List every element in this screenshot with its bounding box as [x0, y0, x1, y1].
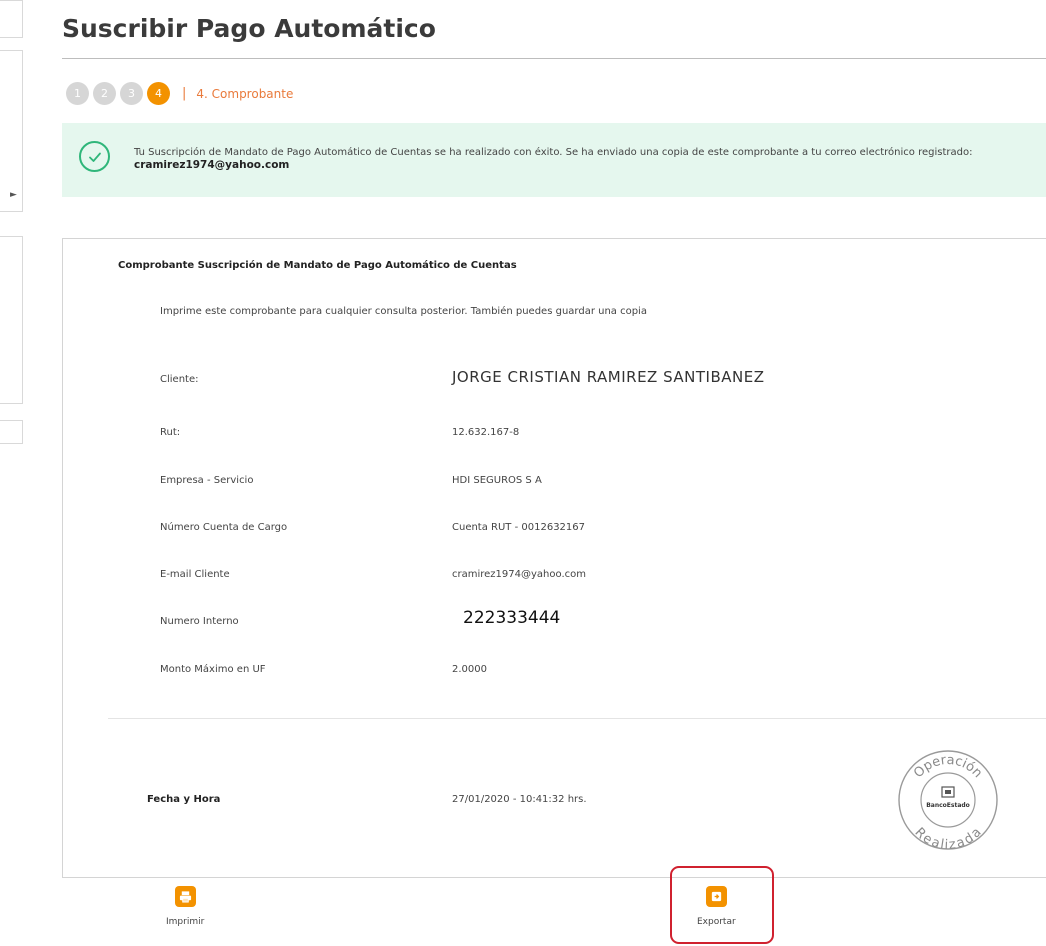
step-2: 2 — [93, 82, 116, 105]
company-label: Empresa - Servicio — [160, 475, 254, 486]
operation-seal-stamp: Operación Realizada — [898, 750, 998, 852]
company-value: HDI SEGUROS S A — [452, 475, 542, 486]
rut-value: 12.632.167-8 — [452, 427, 520, 438]
sidebar-fragment — [0, 0, 23, 38]
print-button[interactable]: Imprimir — [166, 886, 204, 927]
step-4-active: 4 — [147, 82, 170, 105]
step-current-label: 4. Comprobante — [196, 86, 294, 101]
success-alert: Tu Suscripción de Mandato de Pago Automá… — [62, 123, 1046, 197]
check-circle-icon — [79, 141, 110, 172]
print-label: Imprimir — [166, 917, 205, 927]
page-title: Suscribir Pago Automático — [62, 14, 436, 43]
step-separator: | — [182, 86, 187, 101]
internal-number-value: 222333444 — [463, 608, 561, 628]
account-label: Número Cuenta de Cargo — [160, 522, 288, 533]
internal-number-label: Numero Interno — [160, 616, 239, 627]
datetime-label: Fecha y Hora — [147, 794, 221, 805]
sidebar-toggle-icon[interactable]: ► — [10, 190, 17, 200]
max-amount-value: 2.0000 — [452, 664, 487, 675]
alert-email: cramirez1974@yahoo.com — [134, 159, 290, 171]
email-label: E-mail Cliente — [160, 569, 230, 580]
email-value: cramirez1974@yahoo.com — [452, 569, 586, 580]
export-label: Exportar — [697, 917, 736, 927]
step-3: 3 — [120, 82, 143, 105]
account-value: Cuenta RUT - 0012632167 — [452, 522, 586, 533]
alert-text: Tu Suscripción de Mandato de Pago Automá… — [134, 147, 973, 158]
receipt-subtitle: Imprime este comprobante para cualquier … — [160, 306, 647, 317]
max-amount-label: Monto Máximo en UF — [160, 664, 266, 675]
title-divider — [62, 58, 1046, 59]
sidebar-fragment — [0, 236, 23, 404]
receipt-divider — [108, 718, 1046, 719]
seal-bottom-text: Realizada — [912, 825, 985, 852]
stepper: 1 2 3 4 | 4. Comprobante — [66, 82, 293, 105]
seal-top-text: Operación — [911, 753, 985, 781]
print-icon — [174, 886, 196, 907]
rut-label: Rut: — [160, 427, 181, 438]
seal-brand-text: BancoEstado — [926, 802, 970, 809]
export-icon — [705, 886, 727, 907]
alert-message: Tu Suscripción de Mandato de Pago Automá… — [134, 146, 1034, 172]
datetime-value: 27/01/2020 - 10:41:32 hrs. — [452, 794, 587, 805]
export-button[interactable]: Exportar — [697, 886, 736, 927]
sidebar-fragment — [0, 420, 23, 444]
receipt-title: Comprobante Suscripción de Mandato de Pa… — [118, 260, 517, 271]
sidebar-fragment — [0, 50, 23, 212]
client-label: Cliente: — [160, 374, 199, 385]
client-value: JORGE CRISTIAN RAMIREZ SANTIBANEZ — [452, 368, 765, 386]
step-1: 1 — [66, 82, 89, 105]
